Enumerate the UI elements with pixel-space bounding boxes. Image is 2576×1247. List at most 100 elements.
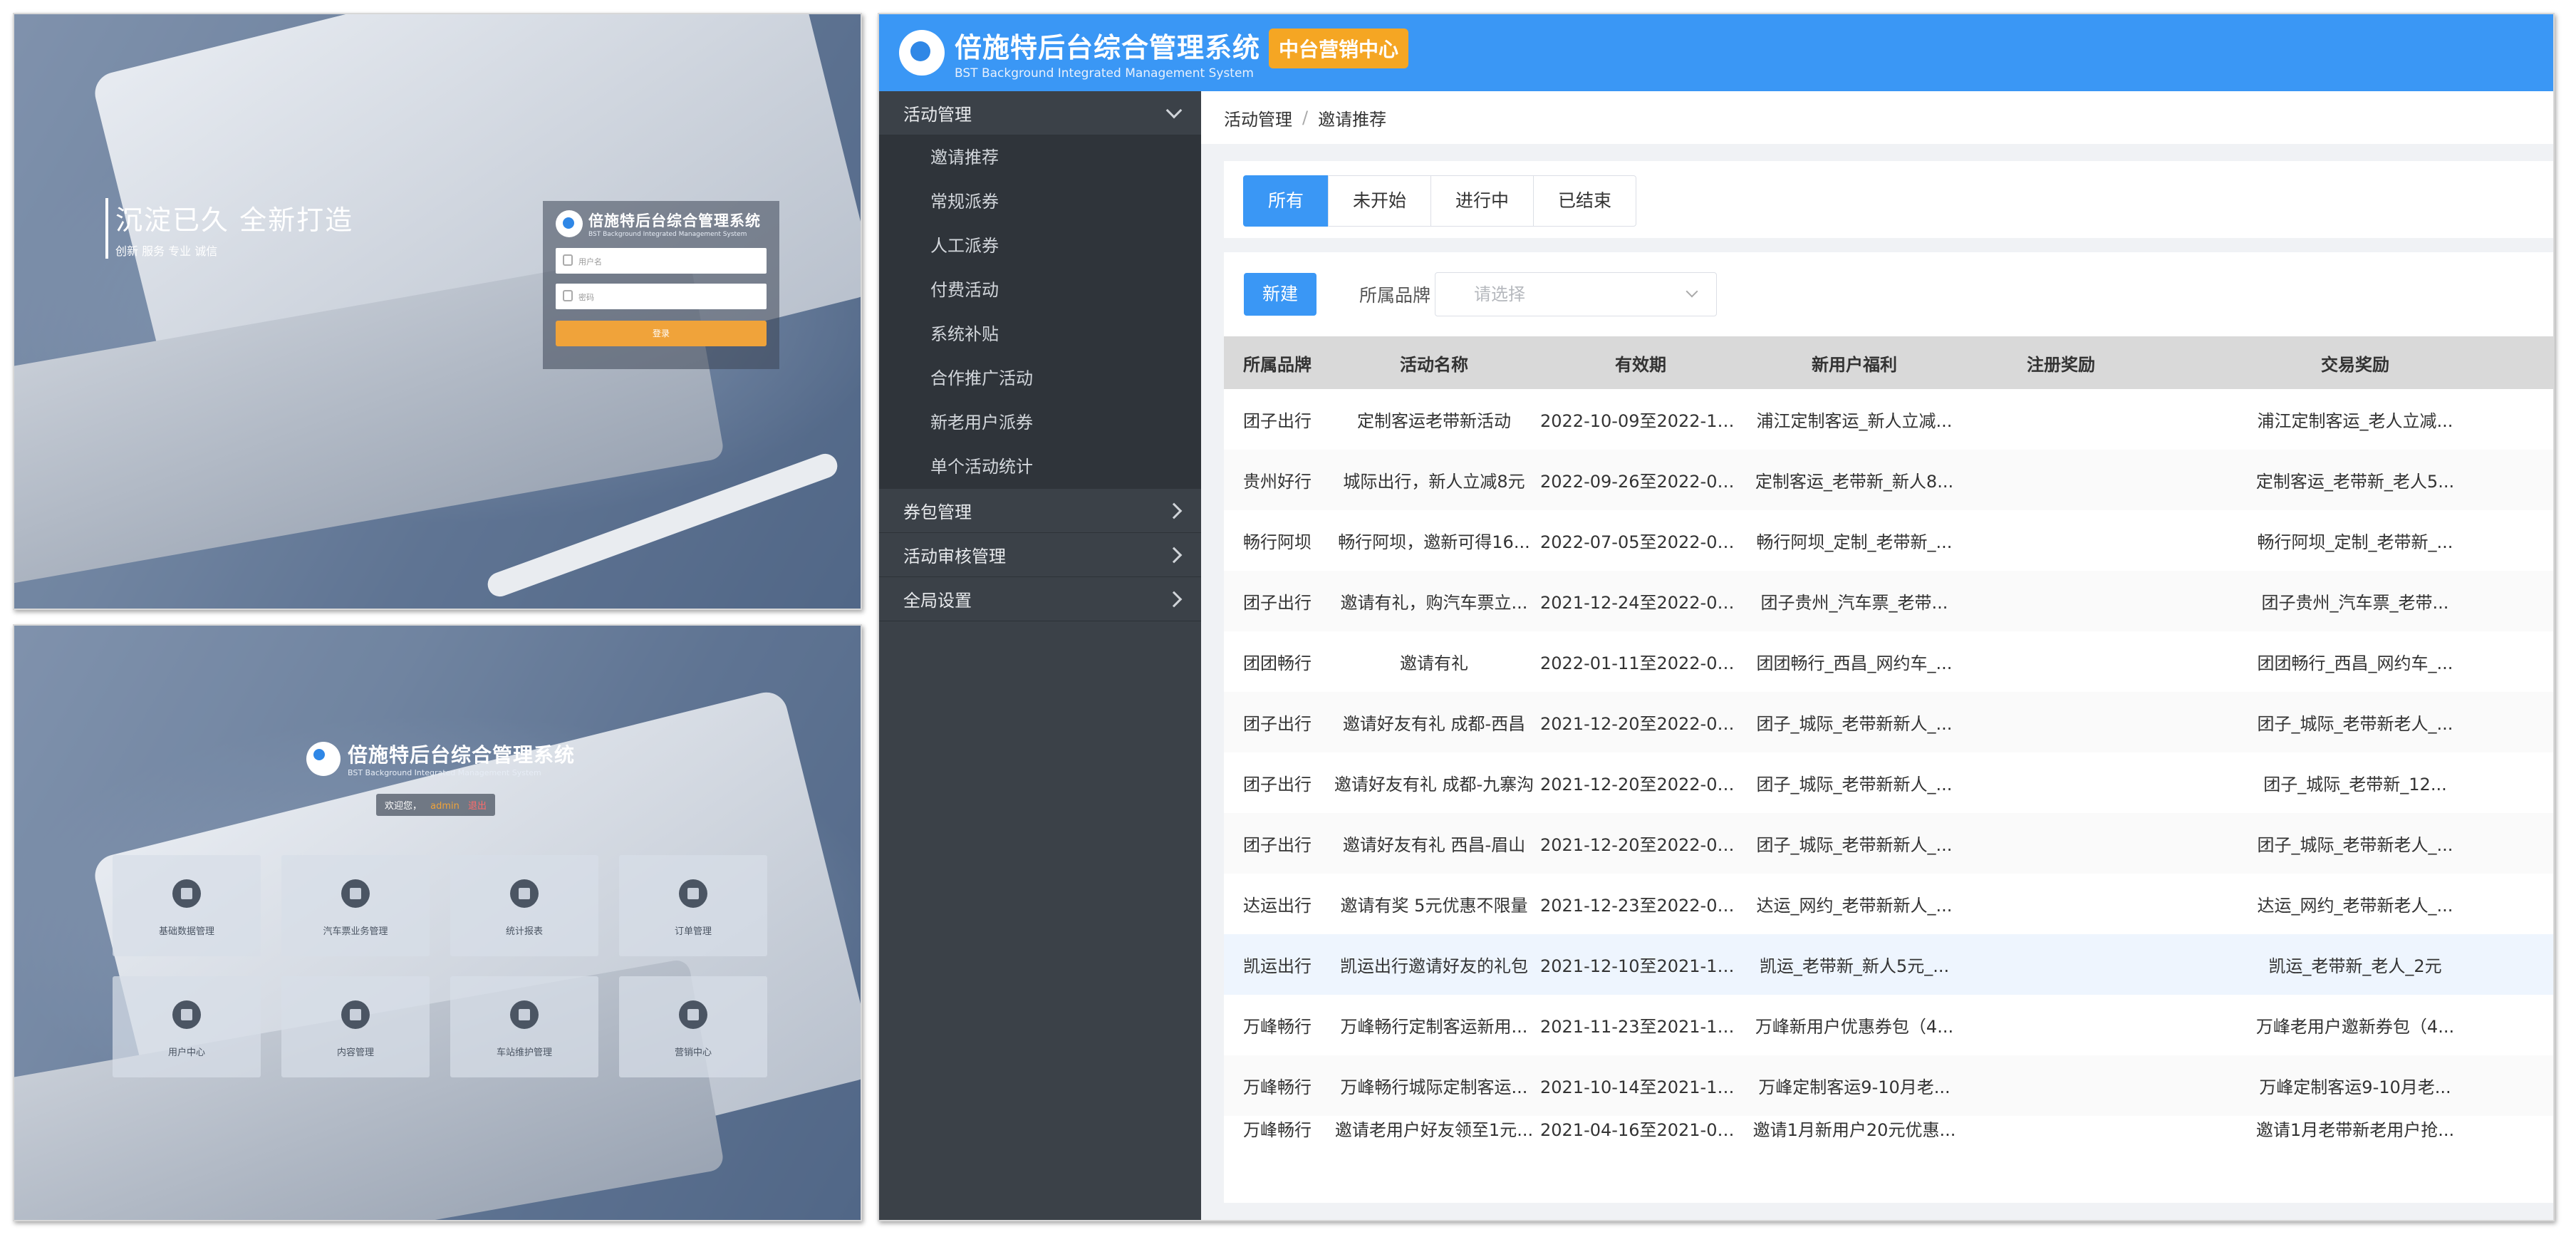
table-row[interactable]: 团子出行 邀请好友有礼 成都-西昌 2021-12-20至2022-01-20 团子_… [1224,692,2553,752]
welcome-text: 欢迎您， [385,801,422,812]
table-cell: 邀请有奖 5元优惠不限量 [1340,896,1528,916]
brand-title: 倍施特后台综合管理系统 [588,212,761,229]
table-cell: 定制客运老带新活动 [1357,411,1511,431]
table-cell: 畅行阿坝，邀新可得16... [1338,532,1530,552]
tab-ended[interactable]: 已结束 [1533,175,1637,227]
tab-all[interactable]: 所有 [1243,175,1329,227]
table-row[interactable]: 团子出行 定制客运老带新活动 2022-10-09至2022-12-31 浦江定制客运… [1224,389,2553,450]
tile-content[interactable]: 内容管理 [281,976,430,1077]
sidebar-item-invite[interactable]: 邀请推荐 [879,135,1201,180]
table-row[interactable]: 万峰畅行 万峰畅行定制客运新用... 2021-11-23至2021-11-23 万峰… [1224,995,2553,1055]
table-cell: 定制客运_老带新_新人8... [1744,450,1965,510]
table-row[interactable]: 团团畅行 邀请有礼 2022-01-11至2022-02-10 团团畅行_西昌_网约车… [1224,631,2553,692]
table-cell: 达运出行 [1243,896,1312,916]
sidebar-group-activity[interactable]: 活动管理 [879,91,1201,135]
table-cell: 团子出行 [1224,571,1331,631]
table-cell: 畅行阿坝 [1243,532,1312,552]
password-field[interactable]: 密码 [556,284,767,309]
tab-in-progress[interactable]: 进行中 [1430,175,1534,227]
sidebar-item-activity-stats[interactable]: 单个活动统计 [879,445,1201,489]
sidebar-item-regular-coupon[interactable]: 常规派券 [879,180,1201,224]
table-cell: 团子_城际_老带新新人_... [1744,692,1965,752]
brand-filter-select[interactable]: 请选择 [1435,272,1718,316]
sidebar-group-settings[interactable]: 全局设置 [879,577,1201,621]
table-row[interactable]: 万峰畅行 邀请老用户好友领至1元... 2021-04-16至2021-05-31 邀… [1224,1116,2553,1141]
table-cell: 2021-04-16至2021-05-31 [1540,1120,1744,1140]
table-body: 团子出行 定制客运老带新活动 2022-10-09至2022-12-31 浦江定制客运… [1224,389,2553,1141]
tile-user-center[interactable]: 用户中心 [113,976,261,1077]
tile-station[interactable]: 车站维护管理 [450,976,598,1077]
table-row[interactable]: 团子出行 邀请好友有礼 西昌-眉山 2021-12-20至2022-01-20 团子_… [1224,813,2553,874]
sidebar-item-manual-coupon[interactable]: 人工派券 [879,224,1201,268]
users-icon [172,1000,201,1029]
brand-subtitle: BST Background Integrated Management Sys… [588,231,747,238]
table-cell: 2021-12-20至2022-01-20 [1537,692,1744,752]
table-row[interactable]: 贵州好行 城际出行，新人立减8元 2022-09-26至2022-09-30 定制客运… [1224,450,2553,510]
list-toolbar: 新建 所属品牌 请选择 [1224,252,2553,336]
sidebar-item-partner-promo[interactable]: 合作推广活动 [879,356,1201,400]
table-cell: 万峰老用户邀新券包（4... [2255,1017,2455,1037]
home-preview-panel: 倍施特后台综合管理系统 BST Background Integrated Ma… [13,624,862,1221]
sidebar-item-paid-activity[interactable]: 付费活动 [879,268,1201,312]
table-cell: 凯运出行邀请好友的礼包 [1331,934,1537,995]
logout-link[interactable]: 退出 [468,801,487,812]
breadcrumb: 活动管理 / 邀请推荐 [1201,91,2553,144]
tile-label: 内容管理 [336,1047,374,1058]
table-cell: 团子出行 [1243,775,1312,795]
login-button[interactable]: 登录 [556,321,767,346]
table-cell: 2021-12-24至2022-01-31 [1537,571,1744,631]
table-cell: 达运_网约_老带新老人_... [2257,896,2453,916]
table-row[interactable]: 万峰畅行 万峰畅行城际定制客运... 2021-10-14至2021-10-14 万峰… [1224,1055,2553,1116]
sidebar: 活动管理 邀请推荐 常规派券 人工派券 付费活动 系统补贴 合作推广活动 新老用… [879,91,1201,1220]
brand-subtitle: BST Background Integrated Management Sys… [955,66,1254,81]
chevron-right-icon [1165,502,1183,519]
table-row[interactable]: 畅行阿坝 畅行阿坝，邀新可得16... 2022-07-05至2022-09-30 畅… [1224,510,2553,571]
slogan-title: 沉淀已久 全新打造 [115,205,354,236]
table-cell: 凯运_老带新_老人_2元 [2157,934,2553,995]
table-cell: 万峰畅行 [1243,1017,1312,1037]
clipboard-icon [679,879,707,908]
table-cell: 2021-11-23至2021-11-23 [1540,1017,1744,1037]
table-row[interactable]: 团子出行 邀请好友有礼 成都-九寨沟 2021-12-20至2022-01-20 团子… [1224,752,2553,813]
table-row[interactable]: 团子出行 邀请有礼，购汽车票立... 2021-12-24至2022-01-31 团子… [1224,571,2553,631]
breadcrumb-parent[interactable]: 活动管理 [1224,105,1292,130]
table-cell: 团子_城际_老带新老人_... [2157,813,2553,874]
marketing-icon [679,1000,707,1029]
new-button[interactable]: 新建 [1244,273,1316,316]
column-header: 有效期 [1537,336,1744,389]
username-field[interactable]: 用户名 [556,248,767,274]
station-icon [510,1000,539,1029]
table-cell: 万峰新用户优惠券包（4... [1755,1017,1954,1037]
column-header: 所属品牌 [1224,336,1331,389]
tile-label: 车站维护管理 [496,1047,552,1058]
box-icon [341,1000,370,1029]
brand-subtitle: BST Background Integrated Management Sys… [348,768,541,777]
table-cell: 2021-12-20至2022-01-20 [1537,813,1744,874]
tile-basic-data[interactable]: 基础数据管理 [113,855,261,956]
sidebar-item-subsidy[interactable]: 系统补贴 [879,312,1201,356]
table-cell: 万峰畅行定制客运新用... [1340,1017,1528,1037]
table-cell: 团子贵州_汽车票_老带... [2157,571,2553,631]
table-cell: 城际出行，新人立减8元 [1331,450,1537,510]
tile-reports[interactable]: 统计报表 [450,855,598,956]
tile-label: 营销中心 [674,1047,712,1058]
table-cell [1965,389,2157,450]
table-cell: 万峰定制客运9-10月老... [2157,1055,2553,1116]
table-row[interactable]: 达运出行 邀请有奖 5元优惠不限量 2021-12-23至2022-01-24 达运_… [1224,874,2553,934]
column-header: 新用户福利 [1744,336,1965,389]
table-cell: 万峰畅行城际定制客运... [1331,1055,1537,1116]
sidebar-group-coupon-pack[interactable]: 券包管理 [879,489,1201,533]
table-cell: 定制客运_老带新_老人5... [2157,450,2553,510]
tile-orders[interactable]: 订单管理 [619,855,767,956]
sidebar-item-user-coupon[interactable]: 新老用户派券 [879,400,1201,445]
table-cell: 邀请1月新用户20元优惠... [1752,1120,1956,1140]
table-row[interactable]: 凯运出行 凯运出行邀请好友的礼包 2021-12-10至2021-12-31 凯运_老… [1224,934,2553,995]
tab-not-started[interactable]: 未开始 [1328,175,1432,227]
table-cell: 浦江定制客运_老人立减... [2257,411,2453,431]
table-cell: 达运_网约_老带新新人_... [1756,896,1953,916]
tile-bus-ticket[interactable]: 汽车票业务管理 [281,855,430,956]
tile-marketing[interactable]: 营销中心 [619,976,767,1077]
main-content: 活动管理 / 邀请推荐 所有 未开始 进行中 已结束 新建 所属品牌 请选择 所… [1201,91,2553,1220]
sidebar-group-review[interactable]: 活动审核管理 [879,533,1201,577]
sidebar-group-label: 券包管理 [903,502,972,522]
